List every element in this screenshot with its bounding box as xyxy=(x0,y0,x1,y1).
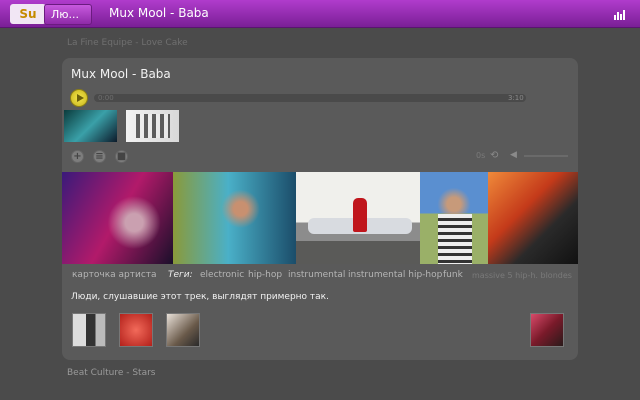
repeat-count: 0s xyxy=(476,151,486,160)
tags-label: Теги: xyxy=(168,270,193,280)
artist-photo-3[interactable] xyxy=(296,172,420,264)
album-thumbnail-1[interactable] xyxy=(64,110,117,142)
progress-bar[interactable] xyxy=(94,94,526,102)
share-icon: ≡ xyxy=(95,151,104,162)
photo-detail-shirt xyxy=(438,214,472,264)
stop-button[interactable]: ■ xyxy=(115,150,128,163)
previous-track-link[interactable]: La Fine Equipe - Love Cake xyxy=(67,38,188,48)
total-time: 3:10 xyxy=(508,94,524,102)
track-title: Mux Mool - Baba xyxy=(71,67,171,81)
tag-link[interactable]: electronic xyxy=(200,270,244,280)
volume-slider[interactable] xyxy=(524,155,568,157)
repeat-icon[interactable]: ⟲ xyxy=(490,150,502,161)
add-button[interactable]: + xyxy=(71,150,84,163)
tag-link[interactable]: funk xyxy=(443,270,463,280)
artist-card-link[interactable]: карточка артиста xyxy=(72,270,157,280)
artist-photo-1[interactable] xyxy=(62,172,173,264)
listener-avatar[interactable] xyxy=(166,313,200,347)
artist-photo-4[interactable] xyxy=(420,172,488,264)
app-logo[interactable]: Su xyxy=(10,4,46,24)
artist-photo-2[interactable] xyxy=(173,172,296,264)
tag-link[interactable]: massive 5 hip-h. blondes xyxy=(472,271,572,280)
artist-photo-5[interactable] xyxy=(488,172,578,264)
album-thumbnail-2[interactable] xyxy=(126,110,179,142)
listener-avatar[interactable] xyxy=(119,313,153,347)
listener-avatar[interactable] xyxy=(72,313,106,347)
volume-icon[interactable]: ◀ xyxy=(510,150,522,161)
tag-link[interactable]: hip-hop xyxy=(248,270,282,280)
listener-avatar[interactable] xyxy=(530,313,564,347)
top-bar: Su Лю... Mux Mool - Baba xyxy=(0,0,640,28)
equalizer-icon[interactable] xyxy=(614,10,626,20)
tag-link[interactable]: instrumental hip-hop xyxy=(348,270,442,280)
elapsed-time: 0:00 xyxy=(98,94,114,102)
play-button[interactable] xyxy=(70,89,88,107)
menu-tab[interactable]: Лю... xyxy=(44,4,92,25)
photo-detail-person xyxy=(353,198,367,232)
plus-icon: + xyxy=(73,151,82,162)
share-button[interactable]: ≡ xyxy=(93,150,106,163)
now-playing-title: Mux Mool - Baba xyxy=(109,6,209,20)
stop-icon: ■ xyxy=(116,151,127,162)
similar-listeners-heading: Люди, слушавшие этот трек, выглядят прим… xyxy=(71,292,329,302)
next-track-link[interactable]: Beat Culture - Stars xyxy=(67,368,156,378)
player-card: Mux Mool - Baba 0:00 3:10 + ≡ ■ 0s ⟲ ◀ к… xyxy=(62,58,578,360)
tag-link[interactable]: instrumental xyxy=(288,270,345,280)
